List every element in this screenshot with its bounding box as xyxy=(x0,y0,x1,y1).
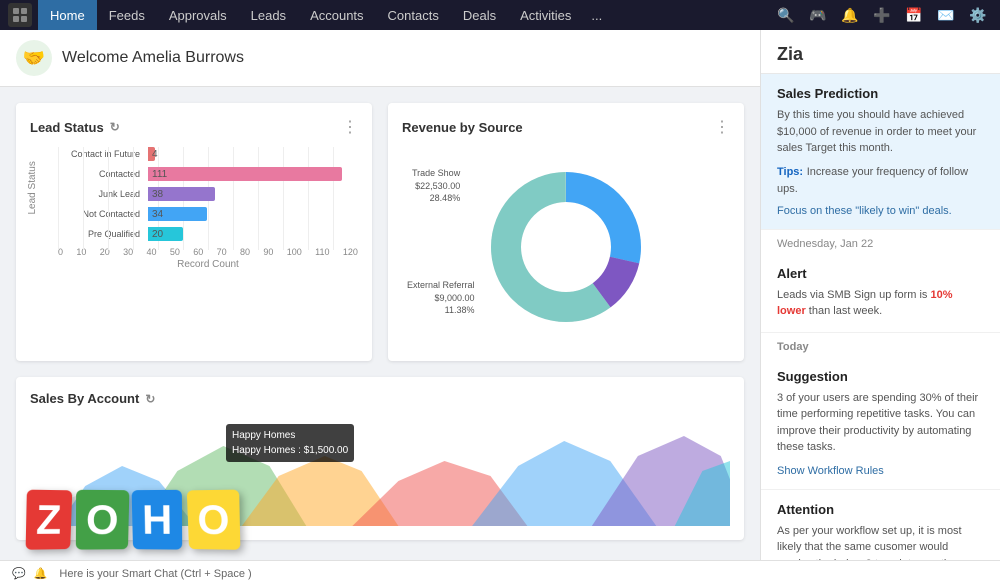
nav-leads[interactable]: Leads xyxy=(239,0,298,30)
welcome-bar: 🤝 Welcome Amelia Burrows xyxy=(0,30,760,87)
notification-bell-icon[interactable]: 🔔 xyxy=(34,567,48,580)
sales-tooltip: Happy Homes Happy Homes : $1,500.00 xyxy=(226,424,354,462)
bar-fill: 111 xyxy=(148,167,342,181)
alert-title: Alert xyxy=(777,266,984,281)
sales-prediction-text: By this time you should have achieved $1… xyxy=(777,107,984,157)
nav-icons-group: 🔍 🎮 🔔 ➕ 📅 ✉️ ⚙️ xyxy=(772,1,992,29)
chat-icon[interactable]: 💬 xyxy=(12,567,26,580)
nav-activities[interactable]: Activities xyxy=(508,0,583,30)
y-axis-label: Lead Status xyxy=(27,161,38,214)
attention-text: As per your workflow set up, it is most … xyxy=(777,523,984,561)
bar-fill: 4 xyxy=(148,147,155,161)
workflow-link-container: Show Workflow Rules xyxy=(777,462,984,477)
o2-block: O xyxy=(186,490,239,550)
main-area: 🤝 Welcome Amelia Burrows Lead Status ↻ ⋮… xyxy=(0,30,1000,560)
nav-approvals[interactable]: Approvals xyxy=(157,0,239,30)
revenue-card-header: Revenue by Source ⋮ xyxy=(402,117,730,137)
bar-row-contacted: Contacted 111 xyxy=(58,167,358,181)
sales-title: Sales By Account ↻ xyxy=(30,391,155,406)
bar-row-contact-future: Contact in Future 4 xyxy=(58,147,358,161)
bar-chart: Contact in Future 4 Contacted xyxy=(58,147,358,270)
zia-date: Wednesday, Jan 22 xyxy=(761,230,1000,254)
sales-refresh-icon[interactable]: ↻ xyxy=(145,392,155,406)
x-axis-ticks: 0102030405060708090100110120 xyxy=(58,247,358,257)
card-menu-icon[interactable]: ⋮ xyxy=(342,117,358,137)
add-icon[interactable]: ➕ xyxy=(868,1,896,29)
zia-attention: Attention As per your workflow set up, i… xyxy=(761,490,1000,561)
status-bar: 💬 🔔 Here is your Smart Chat (Ctrl + Spac… xyxy=(0,560,1000,586)
card-header: Lead Status ↻ ⋮ xyxy=(30,117,358,137)
zia-suggestion: Suggestion 3 of your users are spending … xyxy=(761,357,1000,490)
bar-row-junk: Junk Lead 38 xyxy=(58,187,358,201)
zia-sales-prediction: Sales Prediction By this time you should… xyxy=(761,74,1000,230)
z-block: Z xyxy=(26,490,72,550)
nav-contacts[interactable]: Contacts xyxy=(376,0,451,30)
bar-fill: 20 xyxy=(148,227,183,241)
calendar-icon[interactable]: 📅 xyxy=(900,1,928,29)
o-block: O xyxy=(75,490,128,550)
h-block: H xyxy=(132,490,183,550)
bar-row-not-contacted: Not Contacted 34 xyxy=(58,207,358,221)
alert-text: Leads via SMB Sign up form is 10% lower … xyxy=(777,287,984,320)
nav-feeds[interactable]: Feeds xyxy=(97,0,157,30)
sales-by-account-card: Sales By Account ↻ xyxy=(16,377,744,540)
zia-title: Zia xyxy=(761,30,1000,74)
win-link-container: Focus on these "likely to win" deals. xyxy=(777,202,984,217)
zoho-logo: Z O H O xyxy=(26,490,239,550)
nav-home[interactable]: Home xyxy=(38,0,97,30)
welcome-text: Welcome Amelia Burrows xyxy=(62,49,244,67)
nav-more-button[interactable]: ... xyxy=(583,8,610,23)
donut-label-external-referral: External Referral $9,000.00 11.38% xyxy=(407,279,475,317)
sales-prediction-title: Sales Prediction xyxy=(777,86,984,101)
workflow-rules-link[interactable]: Show Workflow Rules xyxy=(777,465,884,477)
search-icon[interactable]: 🔍 xyxy=(772,1,800,29)
revenue-card-menu[interactable]: ⋮ xyxy=(714,117,730,137)
tips-container: Tips: Increase your frequency of follow … xyxy=(777,163,984,198)
bar-fill: 38 xyxy=(148,187,215,201)
zia-panel: Zia Sales Prediction By this time you sh… xyxy=(760,30,1000,560)
top-navigation: Home Feeds Approvals Leads Accounts Cont… xyxy=(0,0,1000,30)
bar-row-prequalified: Pre Qualified 20 xyxy=(58,227,358,241)
zia-today-label: Today xyxy=(761,333,1000,357)
tips-text: Increase your frequency of follow ups. xyxy=(777,166,968,196)
lead-status-title: Lead Status ↻ xyxy=(30,120,120,135)
status-bar-text: Here is your Smart Chat (Ctrl + Space ) xyxy=(59,568,988,580)
status-icons: 💬 🔔 xyxy=(12,567,47,580)
donut-label-trade-show: Trade Show $22,530.00 28.48% xyxy=(412,167,460,205)
bar-chart-container: Lead Status xyxy=(30,147,358,270)
content-area: 🤝 Welcome Amelia Burrows Lead Status ↻ ⋮… xyxy=(0,30,760,560)
tooltip-detail: Happy Homes : $1,500.00 xyxy=(232,443,348,458)
donut-chart-container: Trade Show $22,530.00 28.48% External Re… xyxy=(402,147,730,347)
notifications-icon[interactable]: 🔔 xyxy=(836,1,864,29)
attention-title: Attention xyxy=(777,502,984,517)
tips-label: Tips: xyxy=(777,166,803,178)
settings-icon[interactable]: ⚙️ xyxy=(964,1,992,29)
tooltip-company: Happy Homes xyxy=(232,428,348,443)
lead-status-card: Lead Status ↻ ⋮ Lead Status xyxy=(16,103,372,361)
refresh-icon[interactable]: ↻ xyxy=(110,120,120,134)
nav-deals[interactable]: Deals xyxy=(451,0,508,30)
suggestion-text: 3 of your users are spending 30% of thei… xyxy=(777,390,984,456)
revenue-title: Revenue by Source xyxy=(402,120,523,135)
games-icon[interactable]: 🎮 xyxy=(804,1,832,29)
revenue-by-source-card: Revenue by Source ⋮ xyxy=(388,103,744,361)
app-menu-icon[interactable] xyxy=(8,3,32,27)
dashboard-grid: Lead Status ↻ ⋮ Lead Status xyxy=(0,87,760,556)
nav-accounts[interactable]: Accounts xyxy=(298,0,375,30)
zia-alert: Alert Leads via SMB Sign up form is 10% … xyxy=(761,254,1000,333)
bar-fill: 34 xyxy=(148,207,207,221)
sales-card-header: Sales By Account ↻ xyxy=(30,391,730,406)
win-deals-link[interactable]: Focus on these "likely to win" deals. xyxy=(777,205,952,217)
suggestion-title: Suggestion xyxy=(777,369,984,384)
x-axis-label: Record Count xyxy=(58,259,358,270)
mail-icon[interactable]: ✉️ xyxy=(932,1,960,29)
donut-chart-svg xyxy=(476,157,656,337)
avatar: 🤝 xyxy=(16,40,52,76)
